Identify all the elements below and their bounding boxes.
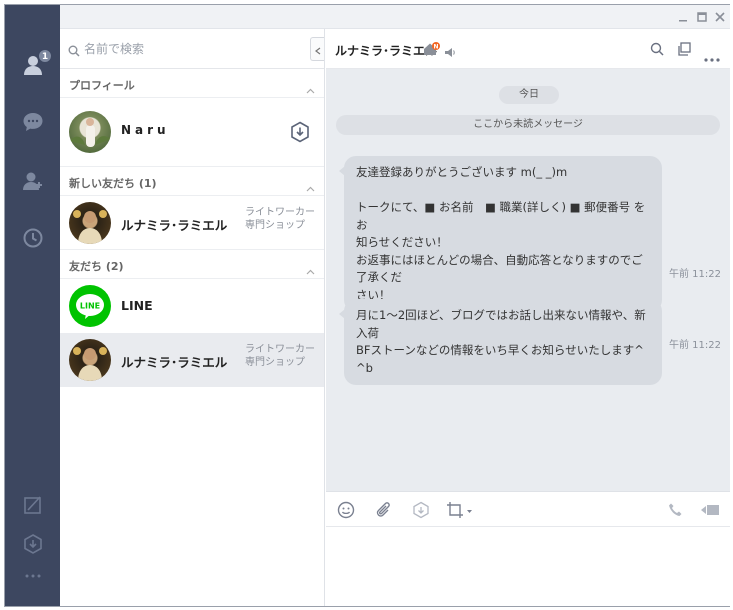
maximize-button[interactable] <box>695 9 709 23</box>
chat-toolbar <box>326 491 730 527</box>
video-call-icon[interactable] <box>700 501 720 519</box>
more-dots-icon <box>23 571 43 581</box>
download-button[interactable] <box>21 532 45 556</box>
chats-tab[interactable] <box>21 110 45 134</box>
download-icon <box>23 534 43 554</box>
friend-row-selected[interactable]: ルナミラ･ラミエル ライトワーカー専門ショップ <box>60 333 324 387</box>
message-time: 午前 11:22 <box>669 269 721 280</box>
friends-tab[interactable]: 1 <box>21 49 52 77</box>
more-dots-icon[interactable] <box>704 47 720 66</box>
message-input[interactable] <box>326 527 730 606</box>
friends-panel: プロフィール Naru 新しい友だち (1) ルナミラ･ラミエル ライトワーカー… <box>60 29 325 606</box>
profile-row[interactable]: Naru <box>60 98 324 167</box>
message-text: 友達登録ありがとうございます m(_ _)m トークにて、■ お名前 ■ 職業(… <box>356 165 646 302</box>
search-bar <box>60 29 324 69</box>
chevron-up-icon <box>306 79 315 98</box>
home-icon[interactable]: N <box>423 41 441 60</box>
message-text: 月に1～2回ほど、ブログではお話し出来ない情報や、新入荷 BFストーンなどの情報… <box>356 308 646 375</box>
search-icon[interactable] <box>650 41 664 60</box>
speaker-icon[interactable] <box>444 43 456 62</box>
friend-row[interactable]: ルナミラ･ラミエル ライトワーカー専門ショップ <box>60 196 324 250</box>
attach-icon[interactable] <box>373 501 393 519</box>
section-title: プロフィール <box>69 79 135 92</box>
message-bubble[interactable]: 月に1～2回ほど、ブログではお話し出来ない情報や、新入荷 BFストーンなどの情報… <box>339 299 662 385</box>
new-friends-section-header[interactable]: 新しい友だち (1) <box>60 167 324 196</box>
line-window: 1 名前で検索 プロフィール Naru 新しい友だち (1) ルナミラ･ラミエル… <box>4 4 730 607</box>
section-title: 友だち (2) <box>69 260 124 273</box>
message-area[interactable]: 今日 ここから未読メッセージ 友達登録ありがとうございます m(_ _)m トー… <box>326 69 730 491</box>
timeline-tab[interactable] <box>21 226 45 250</box>
chevron-up-icon <box>306 177 315 196</box>
friends-badge: 1 <box>38 49 52 63</box>
notes-icon[interactable] <box>677 41 691 60</box>
maximize-icon <box>697 7 707 26</box>
friend-name: ルナミラ･ラミエル <box>121 355 228 370</box>
add-friend-icon <box>22 170 44 192</box>
add-friend-tab[interactable] <box>21 169 45 193</box>
chevron-left-icon <box>314 40 321 59</box>
friend-name: ルナミラ･ラミエル <box>121 218 228 233</box>
friend-status: ライトワーカー専門ショップ <box>245 344 315 368</box>
avatar <box>69 339 111 381</box>
friend-status: ライトワーカー専門ショップ <box>245 207 315 231</box>
search-input[interactable] <box>84 39 294 59</box>
emoji-icon[interactable] <box>336 501 356 519</box>
title-bar <box>60 5 730 29</box>
friend-name: LINE <box>121 298 153 313</box>
phone-icon[interactable] <box>666 501 686 519</box>
keep-icon <box>23 495 43 515</box>
avatar <box>69 111 111 153</box>
friends-section-header[interactable]: 友だち (2) <box>60 250 324 279</box>
chat-panel: ルナミラ･ラミエル N 今日 ここから未読メッセージ 友達登録ありがとうございま… <box>326 29 730 606</box>
close-icon <box>715 7 725 26</box>
minimize-button[interactable] <box>676 9 690 23</box>
chat-header: ルナミラ･ラミエル N <box>326 29 730 69</box>
profile-name: Naru <box>121 123 170 137</box>
message-time: 午前 11:22 <box>669 340 721 351</box>
screenshot-icon[interactable] <box>446 501 474 519</box>
avatar <box>69 202 111 244</box>
chat-title: ルナミラ･ラミエル <box>335 44 438 58</box>
section-title: 新しい友だち (1) <box>69 177 157 190</box>
download-icon[interactable] <box>290 121 310 147</box>
friend-row[interactable]: LINE LINE <box>60 279 324 333</box>
minimize-icon <box>678 7 688 26</box>
home-badge: N <box>433 43 438 50</box>
chevron-up-icon <box>306 260 315 279</box>
close-button[interactable] <box>713 9 727 23</box>
search-icon <box>68 42 80 61</box>
chats-icon <box>22 111 44 133</box>
svg-text:LINE: LINE <box>80 302 100 311</box>
message-bubble[interactable]: 友達登録ありがとうございます m(_ _)m トークにて、■ お名前 ■ 職業(… <box>339 156 662 312</box>
message-input-area[interactable] <box>326 527 730 606</box>
more-button[interactable] <box>21 564 45 588</box>
collapse-panel-button[interactable] <box>310 37 324 61</box>
profile-section-header[interactable]: プロフィール <box>60 69 324 98</box>
unread-marker: ここから未読メッセージ <box>336 115 720 135</box>
keep-button[interactable] <box>21 493 45 517</box>
line-logo-icon: LINE <box>69 285 111 327</box>
date-separator: 今日 <box>499 86 559 104</box>
timeline-icon <box>22 227 44 249</box>
left-rail: 1 <box>5 5 60 606</box>
keep-save-icon[interactable] <box>411 501 431 519</box>
